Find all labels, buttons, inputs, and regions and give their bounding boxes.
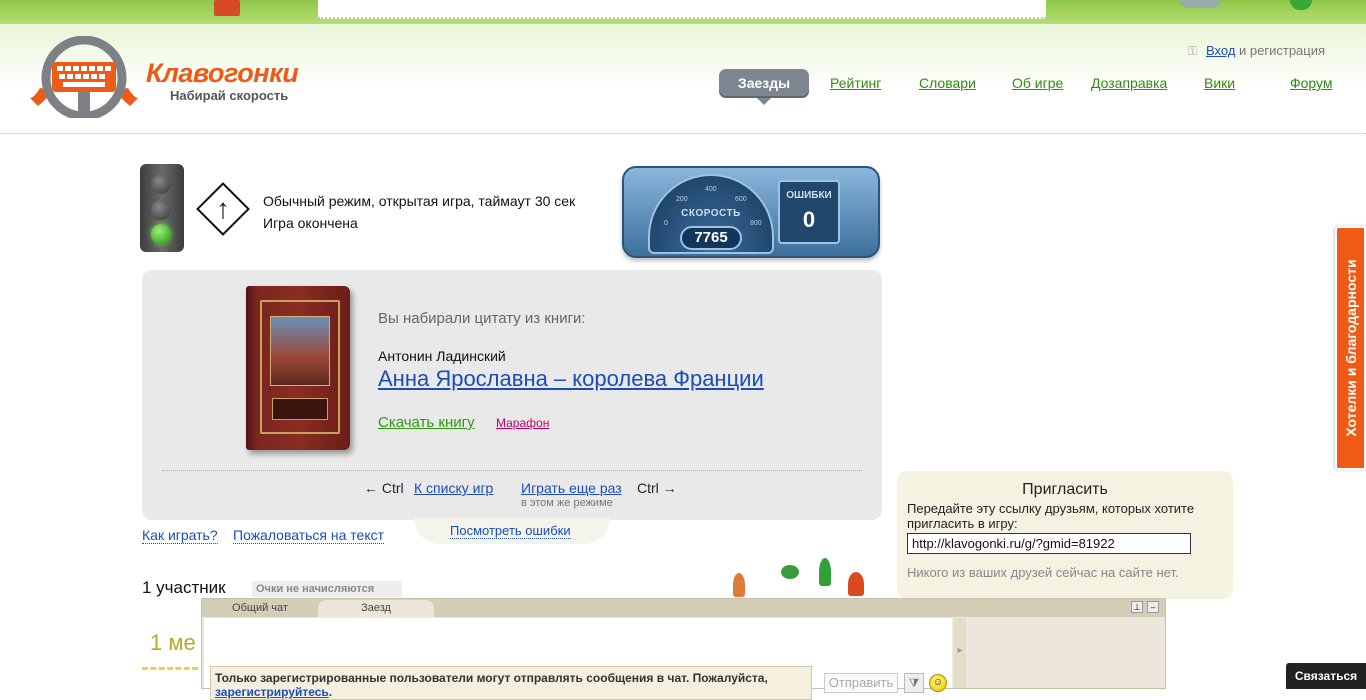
chat-notice-text: Только зарегистрированные пользователи м… (215, 671, 768, 685)
errors-box: ОШИБКИ 0 (778, 180, 840, 244)
chat-send-button[interactable]: Отправить (824, 673, 898, 693)
nav-races[interactable]: Заезды (719, 69, 809, 105)
how-to-play-link[interactable]: Как играть? (142, 527, 218, 544)
logo-subtitle: Набирай скорость (170, 88, 289, 103)
tab-race-chat[interactable]: Заезд (318, 600, 434, 617)
ctrl-right-hint: Ctrl → (637, 480, 677, 496)
game-mode-text: Обычный режим, открытая игра, таймаут 30… (263, 193, 576, 209)
top-banner (0, 0, 1366, 24)
result-panel: Вы набирали цитату из книги: Антонин Лад… (142, 270, 882, 520)
book-title-plate (272, 398, 328, 420)
nav-dictionaries[interactable]: Словари (919, 75, 976, 91)
chat-notice-end: . (328, 685, 333, 699)
speed-tick: 600 (735, 196, 747, 203)
banner-decoration (214, 0, 240, 16)
spectator-icon (819, 558, 831, 586)
chat-messages-area[interactable]: Только зарегистрированные пользователи м… (204, 618, 952, 700)
site-header: Клавогонки Набирай скорость ⚿ Вход и реги… (0, 24, 1366, 134)
play-again-link[interactable]: Играть еще раз (521, 480, 622, 496)
steering-wheel-logo-icon[interactable] (30, 36, 138, 118)
speedometer-panel: 0 200 400 600 800 СКОРОСТЬ 7765 ОШИБКИ 0 (622, 166, 880, 258)
download-book-link[interactable]: Скачать книгу (378, 414, 475, 431)
speed-tick: 400 (705, 186, 717, 193)
minimize-icon[interactable]: – (1147, 601, 1159, 613)
speed-tick: 200 (676, 196, 688, 203)
book-illustration (270, 316, 330, 386)
register-link[interactable]: зарегистрируйтесь (215, 685, 329, 699)
view-errors-link[interactable]: Посмотреть ошибки (450, 523, 571, 539)
errors-label: ОШИБКИ (786, 190, 832, 201)
traffic-lamp-yellow (151, 200, 171, 220)
login-register-text: и регистрация (1235, 43, 1326, 58)
nav-rating[interactable]: Рейтинг (830, 75, 881, 91)
key-icon: ⚿ (1188, 44, 1198, 58)
back-to-list-link[interactable]: К списку игр (414, 480, 493, 496)
banner-decoration (1180, 0, 1220, 8)
participants-count: 1 участник (142, 578, 226, 597)
chat-register-notice: Только зарегистрированные пользователи м… (210, 666, 812, 700)
invite-description: Передайте эту ссылку друзьям, которых хо… (907, 501, 1195, 531)
filter-icon[interactable]: ⧩ (904, 673, 924, 693)
smiley-icon[interactable]: ☺ (929, 674, 947, 692)
marathon-link[interactable]: Марафон (496, 416, 549, 430)
speed-value: 7765 (680, 226, 742, 250)
points-badge: Очки не начисляются (252, 581, 402, 597)
invite-title: Пригласить (1022, 481, 1108, 498)
login-area: ⚿ Вход и регистрация (1188, 43, 1325, 59)
chat-users-list (968, 618, 1164, 688)
feedback-side-tab-label: Хотелки и благодарности (1342, 259, 1359, 437)
no-friends-text: Никого из ваших друзей сейчас на сайте н… (907, 565, 1179, 580)
invite-link-field[interactable] (907, 533, 1191, 554)
nav-refuel[interactable]: Дозаправка (1091, 75, 1167, 91)
speed-gauge: 0 200 400 600 800 СКОРОСТЬ 7765 (648, 174, 774, 254)
tab-general-chat[interactable]: Общий чат (202, 600, 318, 617)
book-author: Антонин Ладинский (378, 348, 506, 364)
speed-label: СКОРОСТЬ (681, 208, 741, 219)
spectator-icon (848, 572, 864, 596)
game-status-text: Игра окончена (263, 215, 358, 231)
speed-tick: 800 (750, 220, 762, 227)
chat-panel: Общий чат Заезд ⊥ – Только зарегистриров… (201, 598, 1166, 700)
banner-decoration (1290, 0, 1312, 10)
traffic-light-icon (140, 164, 184, 252)
place-text: 1 ме (150, 630, 196, 655)
bush-icon (781, 565, 799, 579)
complain-text-link[interactable]: Пожаловаться на текст (233, 527, 385, 544)
arrow-up-icon: ↑ (216, 193, 230, 224)
speed-tick: 0 (664, 220, 668, 227)
logo-title[interactable]: Клавогонки (146, 58, 299, 89)
track-line (142, 667, 198, 670)
chat-tabs: Общий чат Заезд ⊥ – (202, 599, 1165, 617)
chat-collapse-handle[interactable]: ▸ (954, 618, 966, 688)
traffic-lamp-green (151, 224, 171, 244)
source-label: Вы набирали цитату из книги: (378, 310, 586, 327)
pin-icon[interactable]: ⊥ (1131, 601, 1143, 613)
contact-button[interactable]: Связаться (1286, 663, 1366, 689)
banner-ad-strip (318, 0, 1046, 19)
invite-panel: Пригласить Передайте эту ссылку друзьям,… (897, 471, 1233, 599)
book-cover-image[interactable] (246, 286, 354, 454)
play-again-subtext: в этом же режиме (521, 497, 613, 509)
spectator-icon (733, 573, 745, 597)
nav-about[interactable]: Об игре (1012, 75, 1063, 91)
book-title-link[interactable]: Анна Ярославна – королева Франции (378, 366, 764, 392)
traffic-lamp-red (151, 174, 171, 194)
view-errors-tab: Посмотреть ошибки (414, 518, 610, 544)
divider (162, 470, 862, 471)
nav-wiki[interactable]: Вики (1204, 75, 1235, 91)
login-link[interactable]: Вход (1206, 43, 1235, 58)
ctrl-left-hint: ← Ctrl (364, 480, 404, 496)
game-mode-info: Обычный режим, открытая игра, таймаут 30… (263, 190, 575, 234)
errors-value: 0 (802, 207, 816, 232)
nav-forum[interactable]: Форум (1290, 75, 1333, 91)
feedback-side-tab[interactable]: Хотелки и благодарности (1335, 226, 1366, 470)
